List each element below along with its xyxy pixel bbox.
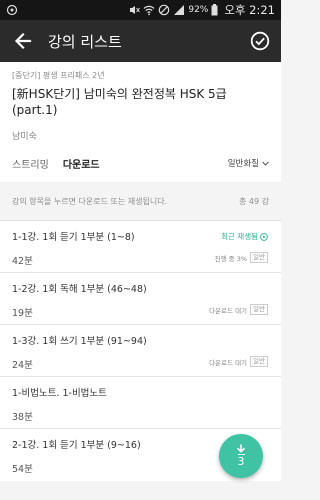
tab-streaming[interactable]: 스트리밍	[12, 152, 49, 175]
do-not-disturb-icon	[158, 4, 170, 16]
list-item[interactable]: 1-비법노트. 1-비법노트 38분	[0, 377, 281, 429]
play-circle-icon	[260, 232, 268, 241]
lecture-duration: 38분	[12, 412, 33, 423]
app-notification-icon	[6, 4, 18, 16]
list-item[interactable]: 1-1강. 1회 듣기 1부분 (1~8) 42분 최근 재생됨 진행 중 3%…	[0, 221, 281, 273]
status-text: 다운로드 대기	[209, 306, 248, 315]
recent-label: 최근 재생됨	[221, 232, 258, 241]
download-count: 3	[237, 454, 245, 468]
back-arrow-icon[interactable]	[10, 28, 36, 54]
status-text: 다운로드 대기	[209, 358, 248, 367]
battery-icon	[211, 4, 218, 16]
wifi-icon	[143, 4, 155, 16]
download-arrow-icon	[236, 444, 246, 453]
quality-badge: 일반	[250, 304, 268, 315]
page-title: 강의 리스트	[48, 32, 122, 51]
status-bar: 92% 오후 2:21	[0, 0, 281, 20]
download-queue-button[interactable]: 3	[219, 434, 263, 478]
quality-badge: 일반	[250, 252, 268, 263]
quality-badge: 일반	[250, 356, 268, 367]
lecture-status: 다운로드 대기 일반	[209, 356, 268, 367]
course-instructor: 남미숙	[12, 132, 37, 142]
info-hint: 강의 항목을 누르면 다운로드 또는 재생됩니다.	[12, 196, 168, 206]
lecture-title: 1-비법노트. 1-비법노트	[12, 388, 107, 399]
app-bar: 강의 리스트	[0, 20, 281, 62]
lecture-status: 진행 중 3% 일반	[215, 252, 268, 263]
list-item[interactable]: 1-3강. 1회 쓰기 1부분 (91~94) 24분 다운로드 대기 일반	[0, 325, 281, 377]
chevron-down-icon	[262, 160, 269, 166]
lecture-count: 총 49 강	[239, 196, 269, 206]
mute-icon	[128, 4, 141, 16]
course-name: [新HSK단기] 남미숙의 완전정복 HSK 5급 (part.1)	[12, 87, 227, 117]
signal-icon	[173, 4, 185, 16]
course-header: [중단기] 평생 프리패스 2년 [新HSK단기] 남미숙의 완전정복 HSK …	[0, 62, 281, 182]
lecture-title: 1-2강. 1회 독해 1부분 (46~48)	[12, 284, 147, 295]
lecture-status: 다운로드 대기 일반	[209, 304, 268, 315]
recent-play: 최근 재생됨	[221, 231, 268, 242]
clock: 오후 2:21	[224, 3, 275, 17]
lecture-title: 1-3강. 1회 쓰기 1부분 (91~94)	[12, 336, 147, 347]
tab-bar: 스트리밍 다운로드 일반화질	[12, 144, 269, 182]
quality-label: 일반화질	[227, 159, 259, 169]
battery-level: 92%	[188, 5, 209, 15]
check-circle-icon[interactable]	[247, 28, 273, 54]
quality-selector[interactable]: 일반화질	[228, 157, 269, 169]
tab-download[interactable]: 다운로드	[63, 152, 100, 175]
list-item[interactable]: 1-2강. 1회 독해 1부분 (46~48) 19분 다운로드 대기 일반	[0, 273, 281, 325]
status-text: 진행 중 3%	[214, 254, 248, 263]
course-category: [중단기] 평생 프리패스 2년	[12, 71, 105, 80]
info-bar: 강의 항목을 누르면 다운로드 또는 재생됩니다. 총 49 강	[0, 182, 281, 221]
